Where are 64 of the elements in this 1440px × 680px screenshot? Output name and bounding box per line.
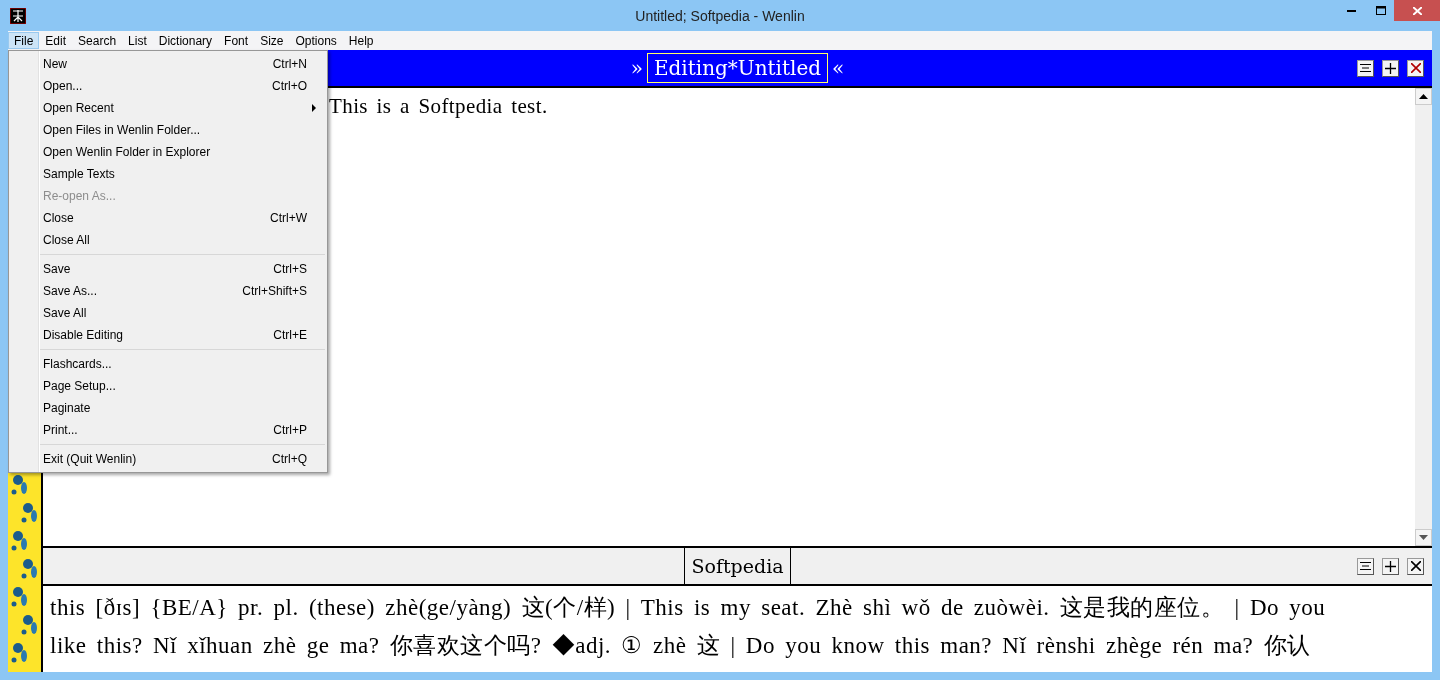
document-text: This is a Softpedia test. (329, 94, 548, 119)
down-triangle-icon (1419, 535, 1428, 540)
menu-item[interactable]: Help (342, 32, 380, 49)
menu-item[interactable]: File (8, 32, 40, 49)
menu-entry[interactable]: Save As... Ctrl+Shift+S (9, 280, 327, 302)
menu-entry[interactable]: Print... Ctrl+P (9, 419, 327, 441)
plus-button[interactable] (1382, 557, 1399, 575)
menu-entry[interactable]: Sample Texts (9, 163, 327, 185)
chevron-mark: « (832, 56, 845, 80)
menu-item[interactable]: Options (289, 32, 343, 49)
shortcut-text: Ctrl+S (273, 262, 307, 276)
shortcut-text: Ctrl+P (273, 423, 307, 437)
menu-entry[interactable]: Disable Editing Ctrl+E (9, 324, 327, 346)
menu-item[interactable]: List (122, 32, 153, 49)
close-icon (1412, 6, 1422, 15)
menu-entry[interactable]: Open... Ctrl+O (9, 75, 327, 97)
close-button[interactable] (1407, 557, 1424, 575)
menu-entry[interactable]: Save All (9, 302, 327, 324)
scrollbar[interactable] (1415, 88, 1432, 546)
up-triangle-icon (1419, 94, 1428, 99)
menu-entry[interactable]: Open Wenlin Folder in Explorer (9, 141, 327, 163)
shortcut-text: Ctrl+Shift+S (242, 284, 307, 298)
window-title: Untitled; Softpedia - Wenlin (634, 7, 806, 24)
plus-button[interactable] (1382, 59, 1399, 77)
shortcut-text: Ctrl+W (270, 211, 307, 225)
menu-item[interactable]: Dictionary (152, 32, 219, 49)
close-icon (1410, 63, 1421, 73)
menu-entry[interactable]: Close All (9, 229, 327, 251)
scroll-down-button[interactable] (1415, 529, 1432, 546)
menu-entry[interactable]: Paginate (9, 397, 327, 419)
menu-item[interactable]: Search (72, 32, 123, 49)
shortcut-text: Ctrl+Q (272, 452, 307, 466)
lines-icon-button[interactable] (1357, 557, 1374, 575)
pane-title: Softpedia (684, 548, 791, 584)
plus-icon (1385, 62, 1396, 74)
scroll-up-button[interactable] (1415, 88, 1432, 105)
menu-entry[interactable]: Flashcards... (9, 353, 327, 375)
menu-item[interactable]: Edit (39, 32, 73, 49)
submenu-arrow-icon (312, 104, 317, 112)
menu-entry[interactable]: Page Setup... (9, 375, 327, 397)
chevron-mark: » (630, 56, 643, 80)
minimize-icon (1346, 9, 1356, 12)
menu-entry[interactable]: Close Ctrl+W (9, 207, 327, 229)
app-icon (10, 7, 26, 24)
menu-entry[interactable]: Open Files in Wenlin Folder... (9, 119, 327, 141)
menu-entry[interactable]: Save Ctrl+S (9, 258, 327, 280)
menu-item[interactable]: Font (218, 32, 255, 49)
menu-entry[interactable]: Open Recent (9, 97, 327, 119)
lines-icon-button[interactable] (1357, 59, 1374, 77)
close-icon (1410, 561, 1421, 571)
maximize-icon (1376, 6, 1386, 15)
shortcut-text: Ctrl+O (272, 79, 307, 93)
menu-item[interactable]: Size (254, 32, 290, 49)
plus-icon (1385, 560, 1396, 572)
editor-title: Editing*Untitled (646, 53, 829, 83)
shortcut-text: Ctrl+N (272, 57, 307, 71)
lines-icon (1360, 562, 1371, 570)
dictionary-entry-line: this [ðɪs] {BE/A} pr. pl. (these) zhè(ge/yàng) 这(个/样) | This is my seat. Zhè shì wǒ de zuòwèi. 这是我的座位。 | Do you (50, 594, 1326, 622)
menu-entry[interactable]: New Ctrl+N (9, 53, 327, 75)
lines-icon (1360, 64, 1371, 72)
menu-entry[interactable]: Exit (Quit Wenlin) Ctrl+Q (9, 448, 327, 470)
dictionary-entry-line: like this? Nǐ xǐhuan zhè ge ma? 你喜欢这个吗? ◆adj. ① zhè 这 | Do you know this man? Nǐ rènshi zhège rén ma? 你认 (50, 632, 1311, 660)
shortcut-text: Ctrl+E (273, 328, 307, 342)
close-button[interactable] (1407, 59, 1424, 77)
